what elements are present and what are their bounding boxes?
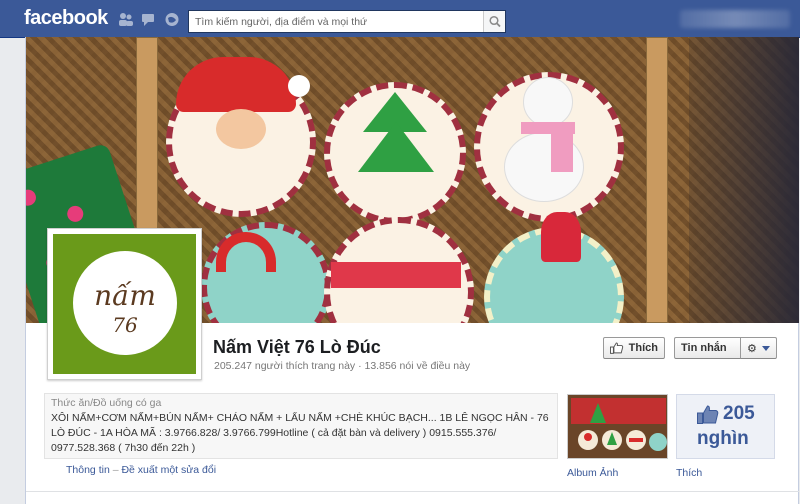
- likes-unit: nghìn: [697, 428, 749, 449]
- photo-album-thumbnail[interactable]: [567, 394, 668, 459]
- profile-picture[interactable]: nấm 76: [47, 228, 202, 380]
- suggest-edit-link[interactable]: Đề xuất một sửa đổi: [121, 464, 216, 476]
- caret-down-icon: [762, 345, 770, 351]
- page-stats: 205.247 người thích trang này · 13.856 n…: [214, 360, 471, 372]
- search-icon: [489, 15, 501, 28]
- about-links: Thông tin – Đề xuất một sửa đổi: [66, 464, 216, 476]
- page-category: Thức ăn/Đồ uống có ga: [51, 397, 162, 409]
- divider: [26, 491, 799, 492]
- brand-logo: nấm 76: [73, 251, 177, 355]
- user-name-blurred[interactable]: [680, 10, 790, 28]
- top-navigation-bar: facebook: [0, 0, 800, 38]
- page-description: XÔI NẤM+CƠM NẤM+BÚN NẤM+ CHÁO NẤM + LẨU …: [51, 412, 549, 454]
- link-separator: –: [112, 464, 119, 476]
- notifications-icon[interactable]: [164, 12, 180, 27]
- options-dropdown-button[interactable]: ⚙: [740, 337, 777, 359]
- likes-count: 205: [723, 403, 755, 424]
- message-button[interactable]: Tin nhắn: [674, 337, 742, 359]
- like-button[interactable]: Thích: [603, 337, 665, 359]
- likes-link[interactable]: Thích: [676, 467, 702, 479]
- like-button-label: Thích: [628, 342, 658, 354]
- messages-icon[interactable]: [141, 12, 157, 27]
- facebook-logo[interactable]: facebook: [24, 7, 108, 30]
- page-title: Nấm Việt 76 Lò Đúc: [213, 337, 381, 357]
- page-container: nấm 76 Nấm Việt 76 Lò Đúc 205.247 người …: [25, 37, 799, 504]
- search-button[interactable]: [483, 11, 505, 32]
- about-section: Thức ăn/Đồ uống có ga XÔI NẤM+CƠM NẤM+BÚ…: [44, 393, 558, 459]
- friend-requests-icon[interactable]: [118, 12, 134, 27]
- info-link[interactable]: Thông tin: [66, 464, 110, 476]
- album-preview-image: [568, 395, 667, 458]
- basket-frame: [646, 37, 668, 323]
- likes-app-box[interactable]: 205 nghìn: [676, 394, 775, 459]
- search-input[interactable]: [189, 11, 479, 32]
- thumbs-up-icon: [610, 342, 624, 354]
- thumbs-up-icon: [697, 405, 719, 424]
- message-button-label: Tin nhắn: [681, 342, 727, 354]
- search-box: [188, 10, 506, 33]
- album-link[interactable]: Album Ảnh: [567, 467, 618, 479]
- gear-icon: ⚙: [747, 342, 757, 355]
